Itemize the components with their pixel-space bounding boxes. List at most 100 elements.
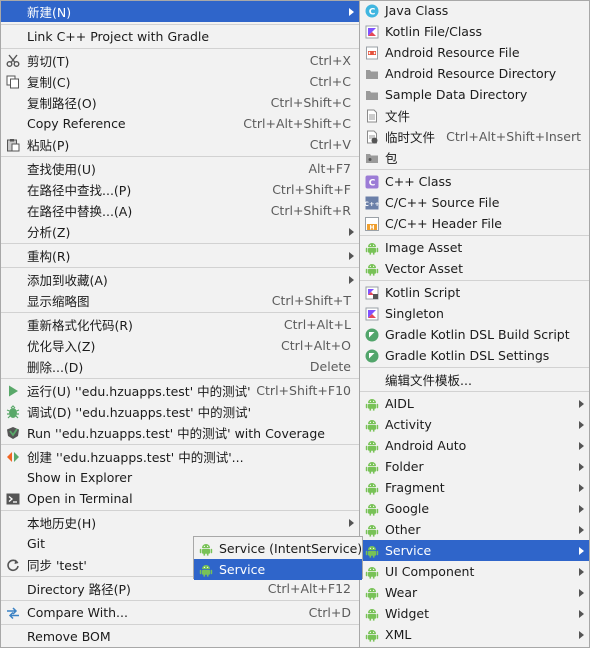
- menu-item-item-7[interactable]: 查找使用(U) Alt+F7: [1, 158, 359, 179]
- kotlin-script-icon: [365, 286, 379, 300]
- menu-item-run-edu-hzuapps-test-with-coverage[interactable]: Run ''edu.hzuapps.test' 中的测试' with Cover…: [1, 422, 359, 443]
- menu-item-edu-hzuapps-test[interactable]: 调试(D) ''edu.hzuapps.test' 中的测试': [1, 401, 359, 422]
- new-item-google[interactable]: Google: [360, 498, 589, 519]
- new-item-item-17[interactable]: 编辑文件模板...: [360, 369, 589, 390]
- menu-item-label: 同步 'test': [27, 558, 87, 573]
- run-icon: [6, 384, 20, 398]
- menu-item-label: 新建(N): [27, 5, 72, 20]
- menu-item-label: Activity: [385, 417, 432, 432]
- menu-item-open-in-terminal[interactable]: Open in Terminal: [1, 488, 359, 509]
- cpp-class-icon: C: [365, 175, 379, 189]
- menu-separator: [1, 156, 359, 157]
- menu-separator: [1, 510, 359, 511]
- menu-item-item-0[interactable]: 新建(N): [1, 1, 359, 22]
- android-icon: [365, 418, 379, 432]
- menu-item-item-14[interactable]: 重新格式化代码(R) Ctrl+Alt+L: [1, 314, 359, 335]
- menu-item-item-4[interactable]: 复制路径(O) Ctrl+Shift+C: [1, 92, 359, 113]
- menu-item-item-10[interactable]: 分析(Z): [1, 221, 359, 242]
- menu-item-remove-bom[interactable]: Remove BOM: [1, 626, 359, 647]
- gradle-kotlin-icon: [365, 349, 379, 363]
- new-item-other[interactable]: Other: [360, 519, 589, 540]
- folder-icon: [365, 67, 379, 81]
- menu-item-copy-reference[interactable]: Copy Reference Ctrl+Alt+Shift+C: [1, 113, 359, 134]
- new-item-wear[interactable]: Wear: [360, 582, 589, 603]
- new-item-aidl[interactable]: AIDL: [360, 393, 589, 414]
- menu-item-label: 剪切(T): [27, 54, 70, 69]
- menu-item-label: Other: [385, 522, 421, 537]
- service-item-service[interactable]: Service: [194, 559, 362, 580]
- copy-icon: [6, 75, 20, 89]
- new-item-ui-component[interactable]: UI Component: [360, 561, 589, 582]
- cpp-source-icon: C++: [365, 196, 379, 210]
- svg-text:C: C: [369, 178, 376, 188]
- new-item-folder[interactable]: Folder: [360, 456, 589, 477]
- menu-item-label: Image Asset: [385, 240, 463, 255]
- new-item-android-auto[interactable]: Android Auto: [360, 435, 589, 456]
- new-item-android-resource-file[interactable]: Android Resource File: [360, 42, 589, 63]
- shortcut-label: Ctrl+Shift+R: [270, 203, 351, 218]
- menu-item-edu-hzuapps-test[interactable]: 创建 ''edu.hzuapps.test' 中的测试'...: [1, 446, 359, 467]
- menu-item-item-9[interactable]: 在路径中替换...(A) Ctrl+Shift+R: [1, 200, 359, 221]
- menu-item-show-in-explorer[interactable]: Show in Explorer: [1, 467, 359, 488]
- service-item-service[interactable]: Service (IntentService): [194, 538, 362, 559]
- menu-item-label: Android Resource Directory: [385, 66, 557, 81]
- new-item-singleton[interactable]: Singleton: [360, 303, 589, 324]
- new-item-c-class[interactable]: C C++ Class: [360, 171, 589, 192]
- new-item-sample-data-directory[interactable]: Sample Data Directory: [360, 84, 589, 105]
- menu-item-item-13[interactable]: 显示缩略图 Ctrl+Shift+T: [1, 290, 359, 311]
- new-item-gradle-kotlin-dsl-settings[interactable]: Gradle Kotlin DSL Settings: [360, 345, 589, 366]
- shortcut-label: Ctrl+Shift+T: [271, 293, 351, 308]
- new-item-c-c-source-file[interactable]: C++ C/C++ Source File: [360, 192, 589, 213]
- new-item-kotlin-file-class[interactable]: Kotlin File/Class: [360, 21, 589, 42]
- menu-separator: [360, 280, 589, 281]
- android-icon: [365, 607, 379, 621]
- menu-item-label: Directory 路径(P): [27, 582, 131, 597]
- new-item-c-c-header-file[interactable]: H C/C++ Header File: [360, 213, 589, 234]
- menu-item-label: 重构(R): [27, 249, 71, 264]
- new-item-gradle-kotlin-dsl-build-script[interactable]: Gradle Kotlin DSL Build Script: [360, 324, 589, 345]
- submenu-arrow-icon: [579, 546, 584, 555]
- menu-item-item-6[interactable]: 粘贴(P) Ctrl+V: [1, 134, 359, 155]
- menu-item-item-23[interactable]: 本地历史(H): [1, 512, 359, 533]
- menu-item-compare-with[interactable]: Compare With... Ctrl+D: [1, 602, 359, 623]
- menu-item-item-15[interactable]: 优化导入(Z) Ctrl+Alt+O: [1, 335, 359, 356]
- new-item-xml[interactable]: XML: [360, 624, 589, 645]
- menu-item-label: AIDL: [385, 396, 414, 411]
- compare-icon: [6, 606, 20, 620]
- new-item-vector-asset[interactable]: Vector Asset: [360, 258, 589, 279]
- submenu-arrow-icon: [579, 504, 584, 513]
- cpp-header-icon: H: [365, 216, 379, 231]
- shortcut-label: Ctrl+Shift+F10: [256, 383, 351, 398]
- svg-text:C++: C++: [365, 200, 379, 208]
- menu-item-edu-hzuapps-test[interactable]: 运行(U) ''edu.hzuapps.test' 中的测试' Ctrl+Shif…: [1, 380, 359, 401]
- new-item-item-6[interactable]: 临时文件 Ctrl+Alt+Shift+Insert: [360, 126, 589, 147]
- menu-item-directory[interactable]: Directory 路径(P) Ctrl+Alt+F12: [1, 578, 359, 599]
- new-item-image-asset[interactable]: Image Asset: [360, 237, 589, 258]
- menu-item-item-12[interactable]: 添加到收藏(A): [1, 269, 359, 290]
- menu-item-label: Vector Asset: [385, 261, 463, 276]
- menu-item-label: 调试(D) ''edu.hzuapps.test' 中的测试': [27, 405, 252, 420]
- menu-item-item-8[interactable]: 在路径中查找...(P) Ctrl+Shift+F: [1, 179, 359, 200]
- menu-item-label: 临时文件: [385, 130, 436, 145]
- menu-item-item-3[interactable]: 复制(C) Ctrl+C: [1, 71, 359, 92]
- new-item-kotlin-script[interactable]: Kotlin Script: [360, 282, 589, 303]
- menu-item-item-11[interactable]: 重构(R): [1, 245, 359, 266]
- android-icon: [365, 439, 379, 453]
- menu-item-item-2[interactable]: 剪切(T) Ctrl+X: [1, 50, 359, 71]
- menu-item-label: Service: [385, 543, 432, 558]
- menu-item-label: Widget: [385, 606, 430, 621]
- new-item-item-7[interactable]: 包: [360, 147, 589, 168]
- menu-separator: [1, 243, 359, 244]
- new-item-item-5[interactable]: 文件: [360, 105, 589, 126]
- menu-item-item-16[interactable]: 删除...(D) Delete: [1, 356, 359, 377]
- create-test-icon: [6, 450, 20, 464]
- menu-item-label: Android Auto: [385, 438, 467, 453]
- new-item-fragment[interactable]: Fragment: [360, 477, 589, 498]
- new-item-java-class[interactable]: C Java Class: [360, 0, 589, 21]
- new-item-activity[interactable]: Activity: [360, 414, 589, 435]
- menu-item-link-c-project-with-gradle[interactable]: Link C++ Project with Gradle: [1, 26, 359, 47]
- new-item-widget[interactable]: Widget: [360, 603, 589, 624]
- menu-item-label: Open in Terminal: [27, 491, 133, 506]
- new-item-android-resource-directory[interactable]: Android Resource Directory: [360, 63, 589, 84]
- new-item-service[interactable]: Service: [360, 540, 589, 561]
